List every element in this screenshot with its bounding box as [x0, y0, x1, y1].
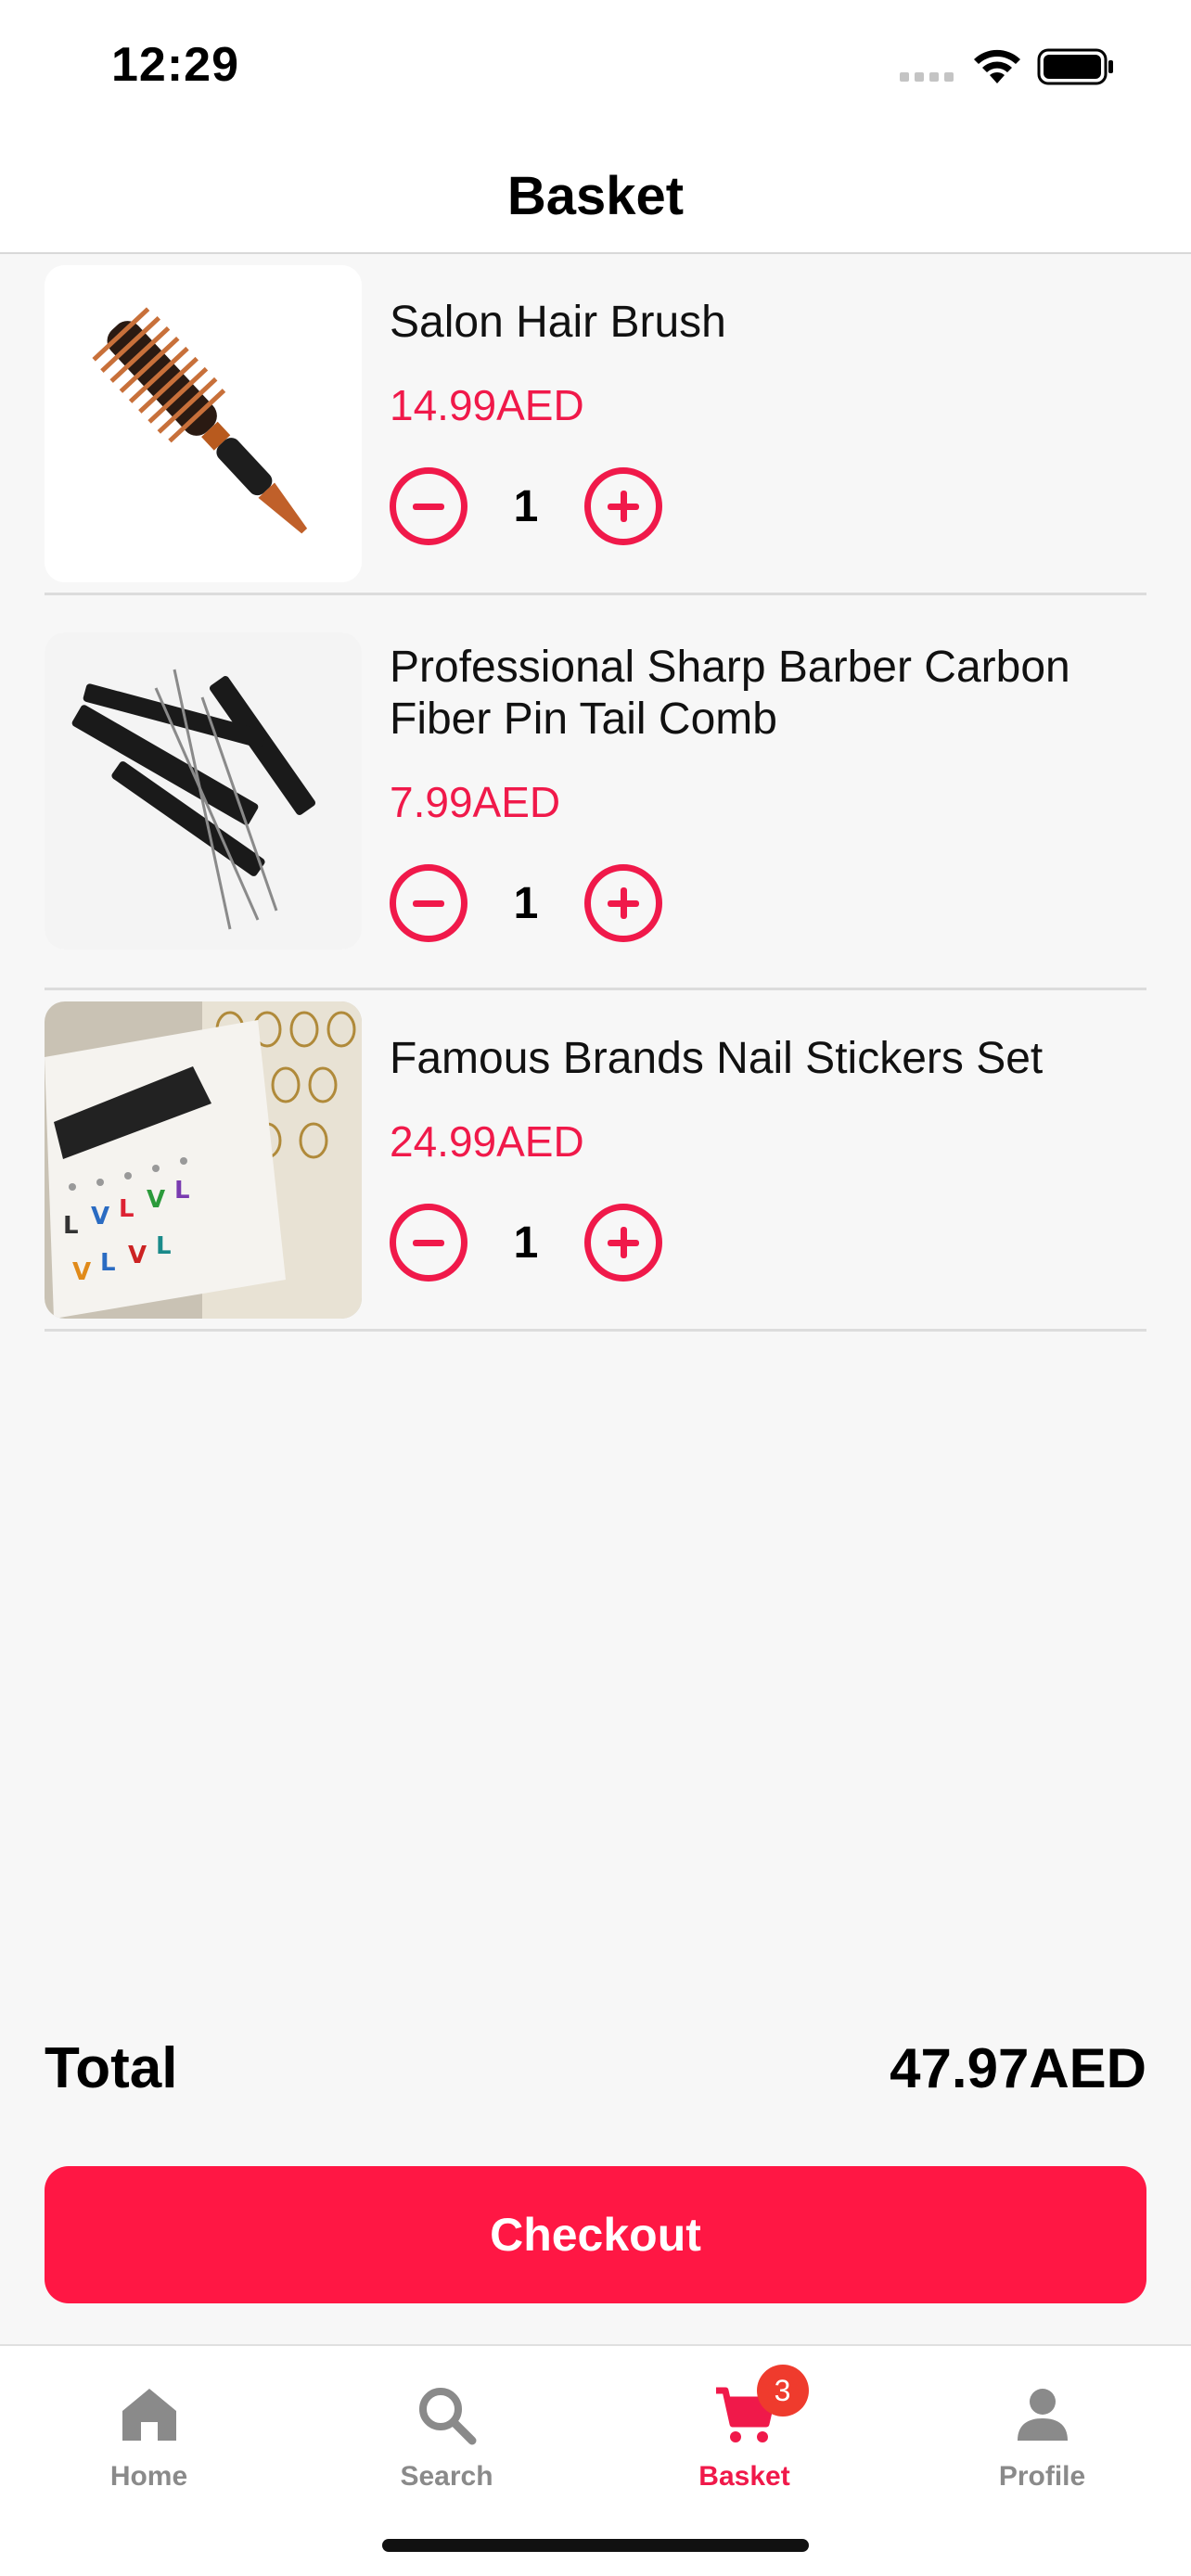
cart-count-badge: 3 — [756, 2365, 809, 2417]
home-icon — [122, 2389, 176, 2441]
search-icon — [418, 2388, 476, 2445]
quantity-value: 1 — [513, 481, 539, 531]
decrease-quantity-button[interactable] — [390, 864, 467, 942]
svg-text:L: L — [119, 1195, 134, 1223]
svg-text:V: V — [128, 1242, 147, 1269]
total-value: 47.97AED — [890, 2036, 1146, 2099]
tab-search[interactable]: Search — [298, 2365, 596, 2504]
tab-home[interactable]: Home — [0, 2365, 298, 2504]
product-image-nail-stickers[interactable]: LV LV L VL VL — [45, 1001, 362, 1319]
tab-label: Home — [109, 2461, 188, 2492]
increase-quantity-button[interactable] — [584, 1204, 662, 1282]
item-price: 7.99AED — [390, 778, 561, 826]
svg-text:L: L — [156, 1232, 172, 1260]
tab-label: Basket — [698, 2461, 790, 2492]
home-indicator[interactable] — [382, 2539, 809, 2552]
svg-text:V: V — [72, 1258, 91, 1286]
basket-item: Professional Sharp Barber Carbon Fiber P… — [45, 608, 1146, 990]
tab-basket[interactable]: 3 Basket — [596, 2365, 893, 2504]
wifi-icon — [974, 49, 1020, 83]
item-price: 14.99AED — [390, 381, 584, 429]
quantity-value: 1 — [513, 878, 539, 928]
increase-quantity-button[interactable] — [584, 467, 662, 545]
item-name: Salon Hair Brush — [390, 298, 726, 347]
tab-profile[interactable]: Profile — [893, 2365, 1191, 2504]
product-image-pin-tail-comb[interactable] — [45, 632, 362, 950]
checkout-button[interactable]: Checkout — [45, 2166, 1146, 2303]
status-time: 12:29 — [111, 38, 239, 92]
quantity-stepper: 1 — [390, 467, 662, 545]
svg-text:L: L — [100, 1249, 116, 1277]
tab-label: Profile — [998, 2461, 1086, 2492]
svg-text:V: V — [147, 1186, 165, 1214]
svg-text:V: V — [91, 1203, 109, 1231]
svg-text:L: L — [174, 1177, 190, 1205]
nav-bar: Basket — [0, 139, 1191, 254]
quantity-stepper: 1 — [390, 864, 662, 942]
increase-quantity-button[interactable] — [584, 864, 662, 942]
battery-icon — [1037, 48, 1113, 85]
status-bar: 12:29 — [0, 0, 1191, 139]
tab-label: Search — [400, 2461, 493, 2492]
item-price: 24.99AED — [390, 1117, 584, 1166]
person-icon — [1017, 2389, 1068, 2441]
total-label: Total — [45, 2035, 178, 2100]
quantity-stepper: 1 — [390, 1204, 662, 1282]
total-row: Total 47.97AED — [45, 2031, 1146, 2105]
cart-icon-wrapper: 3 — [712, 2365, 809, 2448]
signal-icon — [900, 72, 954, 82]
item-name: Professional Sharp Barber Carbon Fiber P… — [390, 643, 1070, 744]
basket-item: LV LV L VL VL Famous Brands Nail Sticker… — [45, 1001, 1146, 1332]
decrease-quantity-button[interactable] — [390, 1204, 467, 1282]
item-name: Famous Brands Nail Stickers Set — [390, 1034, 1044, 1083]
page-title: Basket — [506, 165, 685, 226]
quantity-value: 1 — [513, 1218, 539, 1268]
basket-item: Salon Hair Brush 14.99AED 1 — [45, 265, 1146, 595]
svg-text:L: L — [63, 1212, 79, 1240]
product-image-hair-brush[interactable] — [45, 265, 362, 582]
decrease-quantity-button[interactable] — [390, 467, 467, 545]
